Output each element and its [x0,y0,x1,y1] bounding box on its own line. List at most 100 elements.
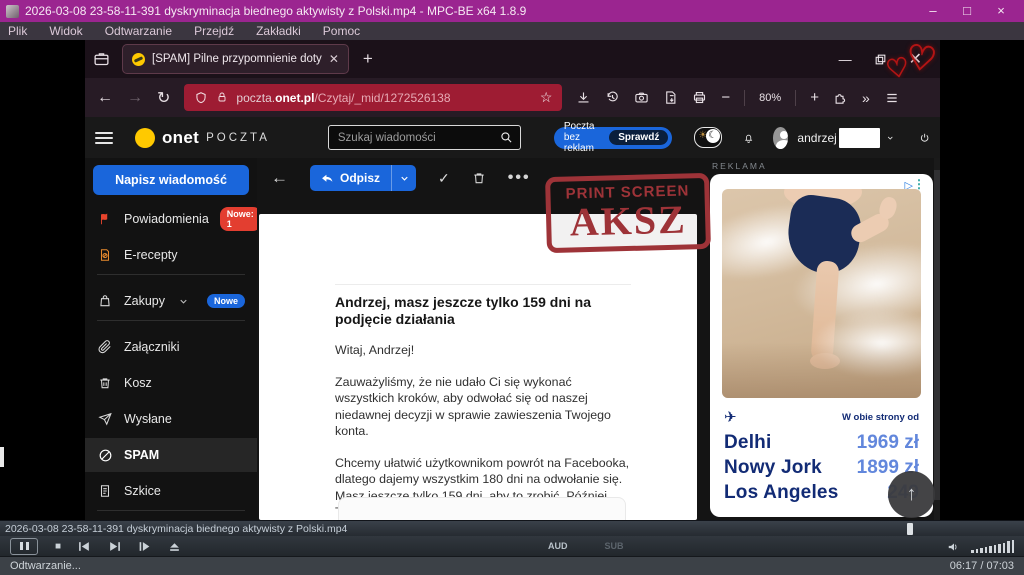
chevron-down-icon[interactable] [886,132,894,144]
new-tab-button[interactable]: + [363,49,373,69]
search-bar[interactable] [328,125,521,150]
menu-pomoc[interactable]: Pomoc [323,24,360,38]
back-icon[interactable]: ← [271,168,288,188]
mail-header: onet POCZTA Poczta bez reklam Sprawdź ☀ … [85,117,940,158]
notifications-bell-icon[interactable] [743,130,754,146]
watermark-line2: AKSZ [569,199,687,242]
destination-city: Nowy Jork [724,455,822,480]
audio-track-label[interactable]: AUD [548,541,568,551]
menu-przejdz[interactable]: Przejdź [194,24,234,38]
onet-logo[interactable]: onet POCZTA [135,128,270,148]
sidebar-item-label: Załączniki [124,340,180,354]
divider [97,320,245,321]
reply-button-group[interactable]: Odpisz [310,165,416,191]
reply-button[interactable]: Odpisz [310,165,391,191]
avatar[interactable] [773,127,788,149]
chevron-down-icon[interactable] [178,296,189,307]
previous-button[interactable] [78,541,91,552]
pause-button[interactable] [10,538,38,555]
promo-cta-button[interactable]: Sprawdź [609,130,668,145]
tab-close-icon[interactable]: ✕ [329,52,339,66]
mail-menu-icon[interactable] [95,129,113,147]
reply-dropdown-button[interactable] [391,165,416,191]
more-options-icon[interactable]: ••• [508,169,531,187]
flag-icon [97,212,113,226]
menu-plik[interactable]: Plik [8,24,27,38]
account-name[interactable]: andrzej [797,131,836,145]
sidebar-item-kosz[interactable]: Kosz [85,366,257,400]
history-icon[interactable] [605,90,620,105]
shield-icon[interactable] [194,91,208,105]
menu-zakladki[interactable]: Zakładki [256,24,301,38]
mpc-be-window: 2026-03-08 23-58-11-391 dyskryminacja bi… [0,0,1024,575]
extensions-puzzle-icon[interactable] [833,90,848,105]
overflow-chevrons-icon[interactable]: » [862,90,870,106]
onet-mail-page: onet POCZTA Poczta bez reklam Sprawdź ☀ … [85,117,940,520]
seek-bar[interactable]: 2026-03-08 23-58-11-391 dyskryminacja bi… [0,520,1024,536]
sidebar-item-label: Powiadomienia [124,212,209,226]
logout-power-icon[interactable] [919,130,930,146]
theme-toggle[interactable]: ☀ ☾ [694,127,721,148]
back-icon[interactable]: ← [97,89,113,107]
browser-minimize-button[interactable]: — [839,52,852,67]
print-icon[interactable] [692,90,707,105]
zoom-out-icon[interactable]: − [721,89,730,106]
sidebar-item-erecepty[interactable]: E-recepty [85,238,257,272]
time-display: 06:17 / 07:03 [950,560,1014,572]
mark-read-check-icon[interactable]: ✓ [438,170,450,187]
print-screen-watermark: PRINT SCREEN AKSZ [545,173,711,253]
screenshot-camera-icon[interactable] [634,90,649,105]
no-ads-promo-button[interactable]: Poczta bez reklam Sprawdź [554,127,672,149]
sidebar-item-wyslane[interactable]: Wysłane [85,402,257,436]
next-button[interactable] [108,541,121,552]
sidebar-item-spam[interactable]: SPAM [85,438,257,472]
paperclip-icon [97,340,113,354]
ad-destination-row[interactable]: Nowy Jork 1899 zł [724,455,919,480]
ad-destination-row[interactable]: Delhi 1969 zł [724,430,919,455]
menu-widok[interactable]: Widok [49,24,82,38]
speaker-icon[interactable] [947,541,961,553]
sidebar-item-zalaczniki[interactable]: Załączniki [85,330,257,364]
search-input[interactable] [336,131,494,145]
sidebar-item-szkice[interactable]: Szkice [85,474,257,508]
sidebar-item-powiadomienia[interactable]: Powiadomienia Nowe: 1 [85,202,257,236]
bookmark-star-icon[interactable]: ☆ [540,89,553,106]
video-display[interactable]: [SPAM] Pilne przypomnienie doty ✕ + — ✕ … [0,40,1024,520]
browser-menu-icon[interactable] [884,91,900,105]
ad-card[interactable]: ▷ ⋮ [710,174,933,517]
draft-document-icon [97,484,113,498]
browser-restore-button[interactable] [874,53,887,66]
save-page-icon[interactable] [663,90,678,105]
maximize-button[interactable]: □ [950,0,984,22]
forward-icon[interactable]: → [127,89,143,107]
menu-odtwarzanie[interactable]: Odtwarzanie [105,24,172,38]
volume-control[interactable] [947,540,1014,553]
browser-tab[interactable]: [SPAM] Pilne przypomnienie doty ✕ [122,44,349,74]
destination-city: Los Angeles [724,480,838,505]
volume-bars[interactable] [971,540,1014,553]
seek-thumb[interactable] [907,523,913,535]
page-scrollbar[interactable] [934,158,940,520]
step-forward-button[interactable] [138,541,151,552]
send-icon [97,412,113,426]
compose-button[interactable]: Napisz wiadomość [93,165,249,195]
reload-icon[interactable]: ↻ [157,88,170,108]
zoom-level[interactable]: 80% [759,92,781,104]
scroll-to-top-button[interactable]: ↑ [888,471,935,518]
browser-close-button[interactable]: ✕ [909,49,922,69]
download-icon[interactable] [576,90,591,105]
search-icon[interactable] [500,131,513,144]
sidebar-item-zakupy[interactable]: Zakupy Nowe [85,284,257,318]
scrollbar-thumb[interactable] [934,170,940,500]
email-paragraph: Zauważyliśmy, że nie udało Ci się wykona… [335,374,633,440]
zoom-in-icon[interactable]: + [810,89,819,106]
tab-manager-icon[interactable] [93,51,110,68]
eject-button[interactable] [168,541,181,552]
close-button[interactable]: × [984,0,1018,22]
url-bar[interactable]: poczta.onet.pl/Czytaj/_mid/1272526138 ☆ [184,84,562,111]
subtitle-track-label[interactable]: SUB [605,541,624,551]
delete-trash-icon[interactable] [472,171,486,185]
minimize-button[interactable]: – [916,0,950,22]
window-title: 2026-03-08 23-58-11-391 dyskryminacja bi… [25,4,916,18]
stop-button[interactable]: ■ [55,541,61,552]
